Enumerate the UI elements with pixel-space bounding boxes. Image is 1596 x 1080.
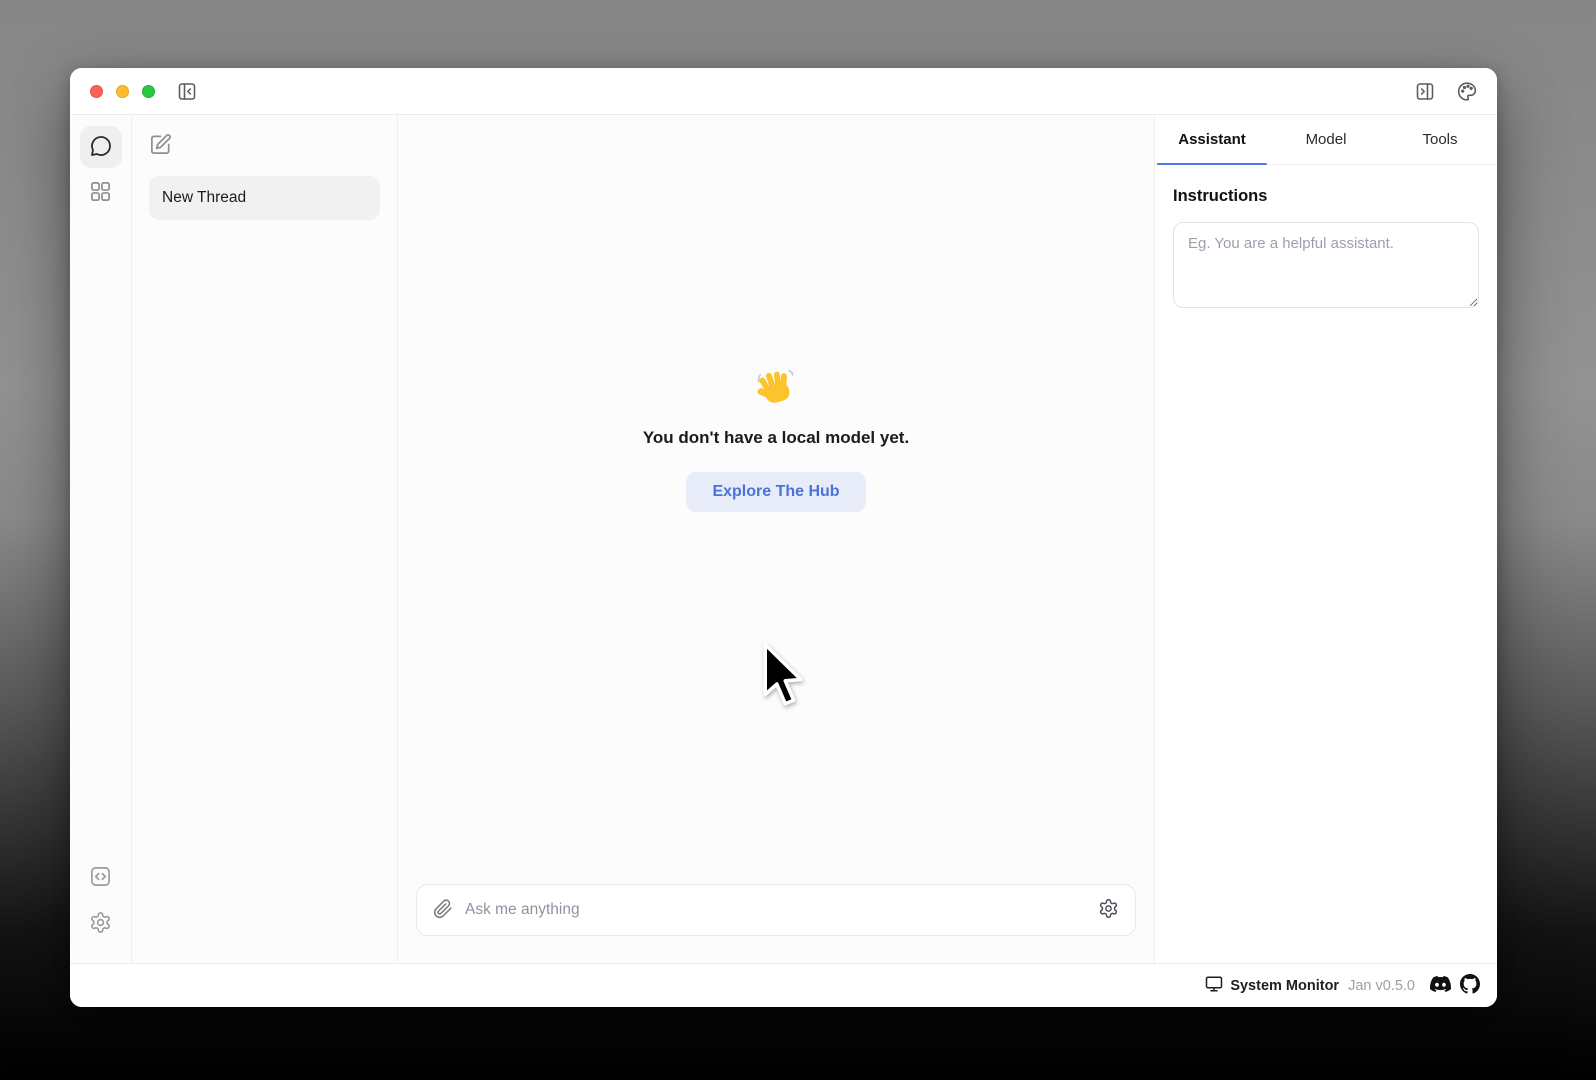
chat-bubble-icon [89,134,113,161]
window-body: New Thread [70,115,1497,963]
sidebar-item-hub[interactable] [80,172,122,214]
zoom-button[interactable] [142,85,155,98]
status-bar: System Monitor Jan v0.5.0 [70,963,1497,1007]
gear-icon [89,911,112,937]
app-version-label: Jan v0.5.0 [1348,978,1415,994]
tab-tools[interactable]: Tools [1383,115,1497,164]
sidebar-item-local-api-server[interactable] [80,857,122,899]
traffic-lights [90,85,155,98]
chat-input-bar [416,884,1136,936]
model-settings-button[interactable] [1098,898,1119,922]
empty-state: You don't have a local model yet. Explor… [398,115,1154,884]
instructions-textarea[interactable] [1173,222,1479,308]
grid-icon [89,180,112,206]
tab-model[interactable]: Model [1269,115,1383,164]
gear-icon [1098,898,1119,922]
wave-emoji-icon [755,367,797,414]
monitor-icon [1205,975,1223,997]
panel-tabs: Assistant Model Tools [1155,115,1497,165]
message-input[interactable] [465,901,1086,919]
jan-app-window: New Thread [70,68,1497,1007]
assistant-panel: Assistant Model Tools Instructions [1155,115,1497,963]
panel-right-open-icon [1415,81,1435,101]
instructions-section: Instructions [1155,165,1497,335]
github-icon [1460,974,1480,997]
paperclip-icon [433,899,453,922]
thread-list-panel: New Thread [132,115,398,963]
discord-link[interactable] [1430,976,1451,995]
close-button[interactable] [90,85,103,98]
code-square-icon [89,865,112,891]
sidebar-item-settings[interactable] [80,903,122,945]
theme-button[interactable] [1457,81,1477,101]
minimize-button[interactable] [116,85,129,98]
open-right-panel-button[interactable] [1415,81,1435,101]
main-chat-area: You don't have a local model yet. Explor… [398,115,1155,963]
desktop-background: New Thread [0,0,1596,1080]
left-rail [70,115,132,963]
tab-assistant[interactable]: Assistant [1155,115,1269,164]
edit-pencil-icon [149,144,172,159]
title-bar [70,68,1497,115]
sidebar-item-threads[interactable] [80,126,122,168]
system-monitor-button[interactable]: System Monitor [1205,975,1339,997]
palette-icon [1457,81,1477,101]
system-monitor-label: System Monitor [1230,978,1339,994]
thread-list-item[interactable]: New Thread [149,176,380,220]
new-thread-button[interactable] [149,133,172,159]
explore-hub-button[interactable]: Explore The Hub [686,472,865,512]
collapse-left-panel-button[interactable] [177,81,197,101]
empty-state-message: You don't have a local model yet. [643,428,909,448]
panel-left-collapse-icon [177,81,197,101]
discord-icon [1430,976,1451,995]
instructions-heading: Instructions [1173,187,1479,206]
attach-file-button[interactable] [433,899,453,922]
thread-title: New Thread [162,189,246,207]
github-link[interactable] [1460,974,1480,997]
